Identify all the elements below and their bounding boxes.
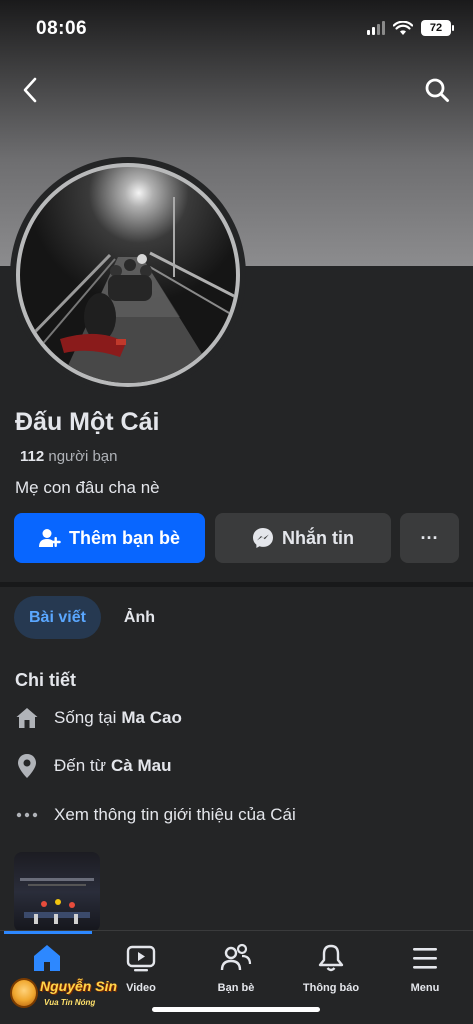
status-time: 08:06	[36, 18, 88, 39]
lives-prefix: Sống tại	[54, 708, 117, 727]
from-prefix: Đến từ	[54, 756, 107, 775]
profile-name: Đấu Một Cái	[15, 408, 160, 436]
detail-lives-in: Sống tại Ma Cao	[14, 704, 182, 732]
avatar-photo	[28, 197, 236, 383]
nav-active-indicator	[4, 931, 92, 934]
more-icon: ···	[420, 527, 439, 548]
location-pin-icon	[14, 753, 40, 779]
bell-icon	[314, 941, 348, 975]
add-friend-icon	[38, 529, 61, 547]
message-button[interactable]: Nhắn tin	[215, 513, 391, 563]
more-button[interactable]: ···	[400, 513, 459, 563]
tab-photos[interactable]: Ảnh	[109, 596, 170, 639]
menu-icon	[408, 941, 442, 975]
message-label: Nhắn tin	[282, 527, 354, 548]
from-value[interactable]: Cà Mau	[111, 756, 171, 776]
watermark-name: Nguyễn Sin	[40, 978, 118, 994]
watermark-tagline: Vua Tin Nóng	[44, 998, 96, 1007]
avatar-ring	[10, 157, 246, 393]
back-button[interactable]	[14, 72, 46, 108]
nav-friends[interactable]: Bạn bè	[189, 941, 283, 1005]
wifi-icon	[393, 20, 413, 35]
battery-icon: 72	[421, 20, 454, 36]
search-button[interactable]	[419, 72, 455, 108]
nav-friends-label: Bạn bè	[217, 982, 255, 994]
friends-icon	[219, 941, 253, 975]
nav-menu-label: Menu	[410, 982, 440, 994]
section-divider	[0, 582, 473, 587]
see-about-label: Xem thông tin giới thiệu của Cái	[54, 805, 296, 824]
messenger-icon	[253, 528, 273, 548]
friends-number: 112	[20, 448, 45, 465]
add-friend-button[interactable]: Thêm bạn bè	[14, 513, 205, 563]
watermark-avatar	[10, 978, 38, 1008]
see-about-link[interactable]: Xem thông tin giới thiệu của Cái	[14, 801, 296, 829]
thumbnail-photo	[20, 878, 94, 924]
nav-video-label: Video	[126, 982, 156, 994]
add-friend-label: Thêm bạn bè	[68, 527, 180, 548]
battery-level: 72	[429, 22, 443, 34]
details-heading: Chi tiết	[15, 670, 76, 690]
profile-avatar[interactable]	[16, 163, 240, 387]
tab-posts[interactable]: Bài viết	[14, 596, 101, 639]
home-icon	[30, 941, 64, 975]
nav-menu[interactable]: Menu	[378, 941, 472, 1005]
home-icon	[14, 705, 40, 731]
profile-actions: Thêm bạn bè Nhắn tin ···	[14, 513, 459, 563]
friends-count[interactable]: 112 người bạn	[20, 448, 117, 465]
home-indicator[interactable]	[152, 1007, 320, 1012]
video-icon	[124, 941, 158, 975]
watermark-logo: Nguyễn Sin Vua Tin Nóng	[8, 972, 118, 1016]
friends-label: người bạn	[48, 448, 118, 465]
status-bar: 08:06 72	[0, 0, 473, 60]
featured-photo-thumbnail[interactable]	[14, 852, 100, 932]
cellular-signal-icon	[367, 21, 385, 35]
search-icon	[425, 78, 449, 102]
status-icons: 72	[367, 20, 454, 36]
profile-tabs: Bài viết Ảnh	[14, 596, 170, 639]
detail-from: Đến từ Cà Mau	[14, 752, 171, 780]
lives-value[interactable]: Ma Cao	[121, 708, 181, 728]
nav-notifications-label: Thông báo	[302, 982, 360, 994]
more-dots-icon	[14, 802, 40, 828]
profile-bio: Mẹ con đâu cha nè	[15, 478, 160, 497]
nav-notifications[interactable]: Thông báo	[284, 941, 378, 1005]
chevron-left-icon	[23, 77, 37, 103]
